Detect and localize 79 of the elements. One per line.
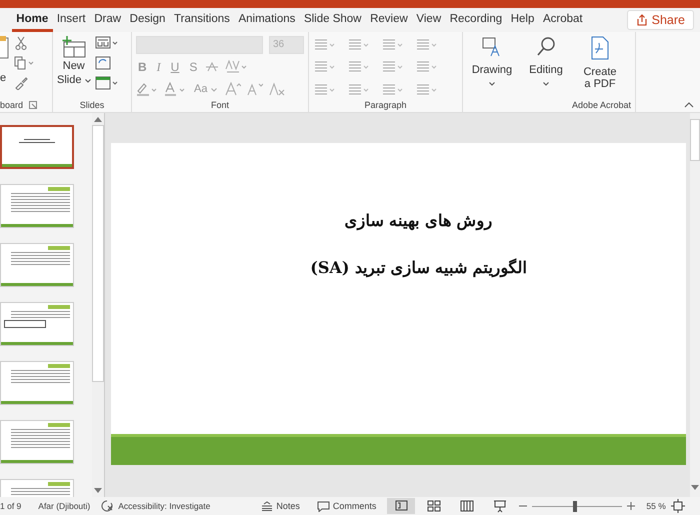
paragraph-format-icon[interactable] (415, 38, 439, 51)
ribbon-button[interactable]: Drawing (467, 36, 517, 86)
share-icon (636, 14, 648, 26)
caret-icon (543, 82, 549, 86)
scroll-down-icon[interactable] (94, 488, 102, 494)
grow-font-icon[interactable] (224, 82, 241, 96)
paragraph-format-icon[interactable] (415, 82, 439, 96)
caret-icon (84, 79, 91, 83)
clear-format-icon[interactable] (268, 82, 285, 96)
language-label[interactable]: Afar (Djibouti) (38, 501, 90, 511)
ribbon-tab[interactable]: Draw (90, 8, 126, 32)
paragraph-format-icon[interactable] (381, 82, 405, 96)
ribbon-tab[interactable]: Recording (445, 8, 506, 32)
cut-icon[interactable] (14, 36, 28, 50)
spacing-icon[interactable] (225, 60, 250, 74)
ribbon-tab[interactable]: Animations (234, 8, 300, 32)
comments-button[interactable]: Comments (310, 500, 382, 512)
collapse-ribbon-icon[interactable] (684, 102, 694, 108)
group-label: board (0, 100, 24, 110)
scroll-up-icon[interactable] (94, 116, 102, 122)
ribbon-tab[interactable]: Acrobat (538, 8, 587, 32)
share-button[interactable]: Share (626, 10, 694, 30)
group-label: Slides (80, 100, 104, 110)
strikethrough-icon[interactable] (205, 61, 220, 73)
normal-view-icon[interactable] (387, 498, 416, 514)
brush-icon[interactable] (14, 76, 28, 90)
shrink-font-icon[interactable] (246, 82, 263, 96)
paragraph-format-icon[interactable] (313, 82, 337, 96)
font-name-field[interactable] (136, 36, 263, 54)
ribbon-tab[interactable]: Insert (52, 8, 90, 32)
accessibility-icon[interactable] (101, 500, 114, 512)
dialog-launcher-icon[interactable] (29, 101, 38, 109)
pdf-icon (589, 36, 611, 60)
slide-subtitle: الگوریتم شبیه سازی تبرید (SA) (310, 258, 527, 277)
comment-icon (316, 500, 330, 512)
slide-count: 1 of 9 (0, 501, 22, 511)
section-icon[interactable] (94, 76, 119, 90)
paragraph-format-icon[interactable] (381, 60, 405, 74)
ribbon-tab[interactable]: Review (366, 8, 412, 32)
ribbon-button[interactable]: Create a PDF (575, 36, 625, 90)
ribbon-tab[interactable]: Design (125, 8, 170, 32)
paragraph-format-icon[interactable] (381, 38, 405, 51)
reset-icon[interactable] (94, 56, 111, 70)
highlight-icon[interactable] (136, 82, 158, 96)
zoom-percent[interactable]: 55 % (646, 501, 666, 511)
slide-title: روش های بهینه سازی (344, 211, 492, 230)
font-color-icon[interactable] (164, 82, 186, 96)
zoom-slider[interactable] (532, 500, 622, 512)
paragraph-format-icon[interactable] (415, 60, 439, 74)
copy-icon[interactable] (14, 56, 34, 70)
scroll-down-icon[interactable] (691, 485, 699, 491)
notes-button[interactable]: Notes (255, 501, 306, 511)
scrollbar-thumb[interactable] (92, 125, 104, 382)
paste-label[interactable]: e (0, 72, 6, 84)
paragraph-format-icon[interactable] (313, 38, 337, 51)
ribbon-tab[interactable]: Help (506, 8, 539, 32)
zoom-in-icon[interactable] (627, 502, 636, 510)
search-icon (535, 36, 557, 58)
ribbon-button[interactable]: Editing (521, 36, 571, 86)
paragraph-format-icon[interactable] (347, 82, 371, 96)
scrollbar-thumb[interactable] (690, 119, 700, 161)
ribbon-tab[interactable]: Transitions (170, 8, 234, 32)
fit-slide-icon[interactable] (670, 499, 685, 513)
caret-icon (489, 82, 495, 86)
paragraph-format-icon[interactable] (347, 38, 371, 51)
slide-thumbnail[interactable] (0, 125, 74, 169)
group-label: Adobe Acrobat (572, 100, 631, 110)
accessibility-status[interactable]: Accessibility: Investigate (118, 501, 210, 511)
notes-icon (261, 501, 274, 511)
group-label: Font (210, 100, 229, 110)
new-slide-icon (60, 36, 87, 58)
paragraph-format-icon[interactable] (347, 60, 371, 74)
new-slide-button[interactable]: New Slide (57, 36, 91, 86)
caret-icon (210, 88, 217, 92)
paragraph-format-icon[interactable] (313, 60, 337, 74)
layout-icon[interactable] (94, 36, 119, 50)
group-label: Paragraph (364, 100, 407, 110)
ribbon-tab[interactable]: Slide Show (300, 8, 366, 32)
ribbon-tab[interactable]: View (412, 8, 446, 32)
